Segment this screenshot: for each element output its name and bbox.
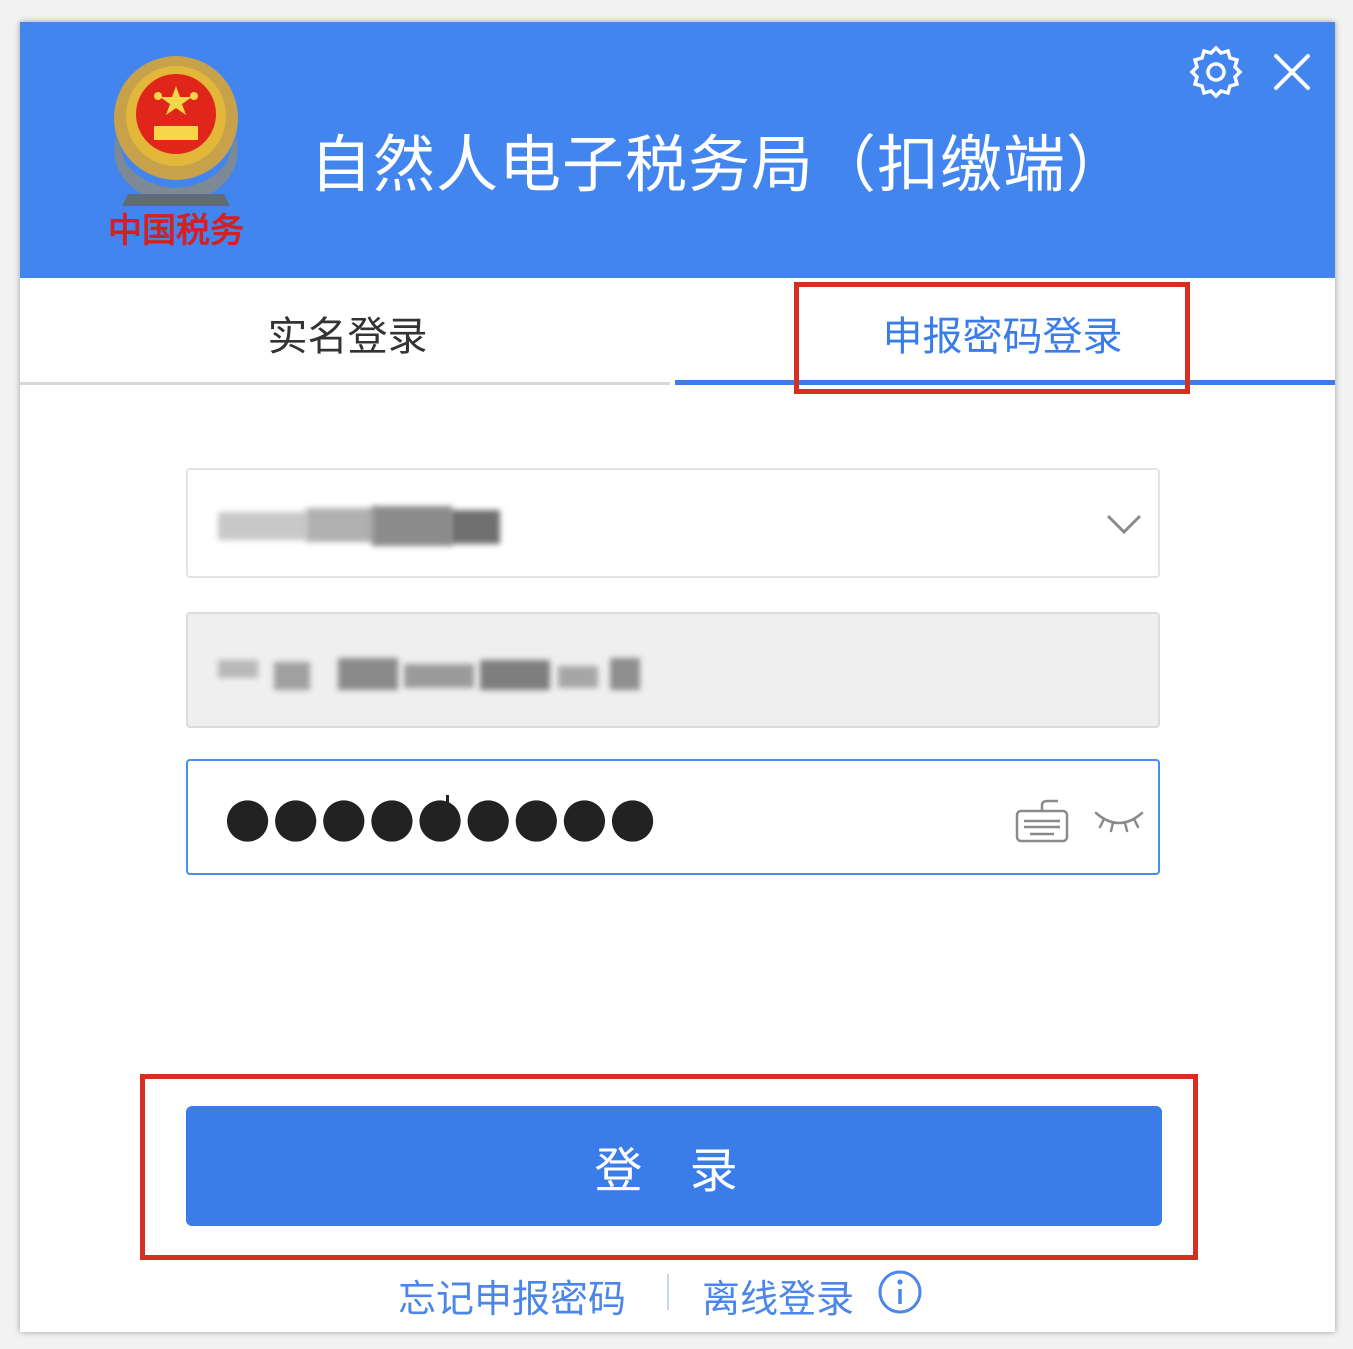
link-divider	[667, 1274, 669, 1310]
header: 中国税务 自然人电子税务局（扣缴端）	[20, 22, 1335, 278]
text-caret	[446, 795, 449, 839]
svg-text:中国税务: 中国税务	[108, 211, 244, 249]
account-value-obscured	[218, 506, 508, 546]
tab-realname-login[interactable]: 实名登录	[20, 278, 675, 388]
app-title: 自然人电子税务局（扣缴端）	[310, 128, 1130, 201]
chevron-down-icon[interactable]	[1102, 506, 1146, 542]
footer-links: 忘记申报密码 离线登录	[20, 1262, 1335, 1322]
gear-icon[interactable]	[1188, 44, 1244, 100]
tab-underline	[20, 382, 670, 385]
offline-login-link[interactable]: 离线登录	[702, 1268, 854, 1323]
forgot-password-link[interactable]: 忘记申报密码	[398, 1268, 626, 1323]
keyboard-icon[interactable]	[1014, 799, 1070, 845]
highlight-box-login-button	[140, 1074, 1198, 1260]
highlight-box-password-tab	[794, 282, 1190, 394]
password-value: ●●●●●●●●●	[224, 785, 658, 848]
password-field[interactable]: ●●●●●●●●●	[186, 759, 1160, 875]
tab-label: 实名登录	[267, 314, 428, 360]
taxpayer-value-obscured	[218, 654, 648, 690]
info-icon[interactable]	[876, 1268, 924, 1316]
eye-closed-icon[interactable]	[1092, 803, 1146, 837]
close-icon[interactable]	[1264, 44, 1320, 100]
taxpayer-field	[186, 612, 1160, 728]
tax-emblem-icon: 中国税务	[108, 56, 244, 249]
account-select[interactable]	[186, 468, 1160, 578]
